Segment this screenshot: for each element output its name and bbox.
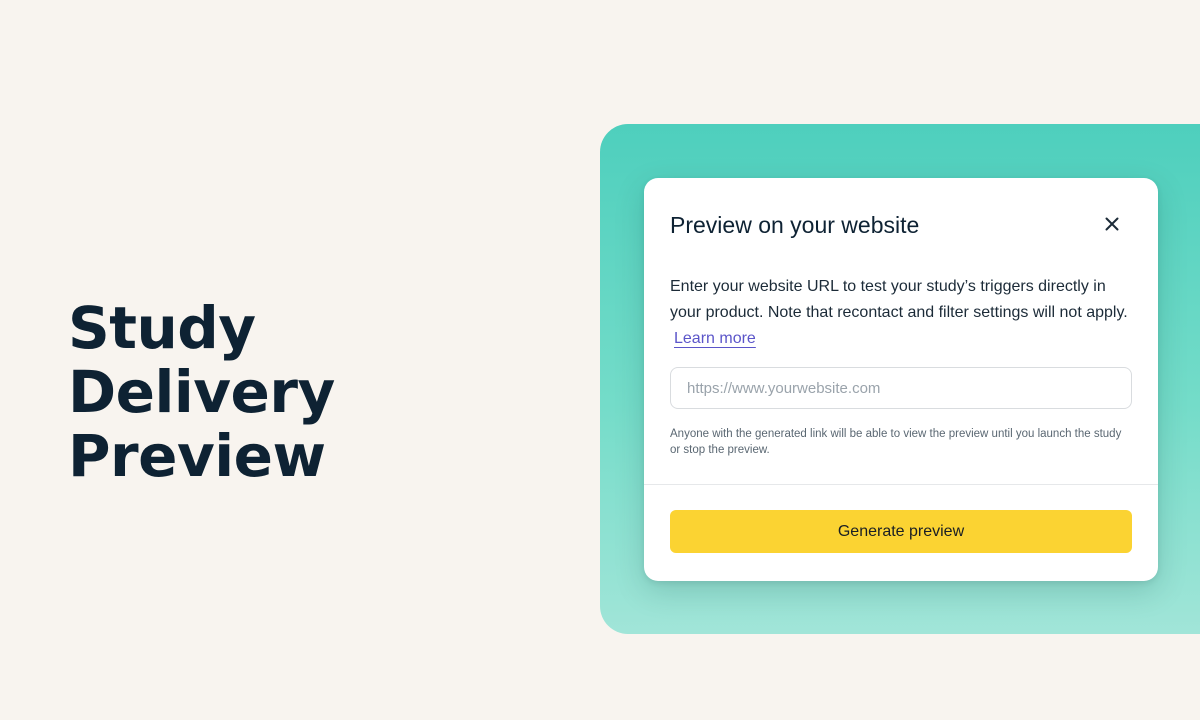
- modal-header: Preview on your website: [670, 210, 1132, 242]
- footer-divider: [644, 484, 1158, 485]
- modal-title: Preview on your website: [670, 212, 920, 238]
- description-text: Enter your website URL to test your stud…: [670, 278, 1128, 321]
- learn-more-link[interactable]: Learn more: [674, 330, 756, 347]
- page: Study Delivery Preview Preview on your w…: [0, 0, 1200, 720]
- close-icon: [1100, 212, 1124, 236]
- close-button[interactable]: [1100, 212, 1124, 236]
- modal-body: Enter your website URL to test your stud…: [670, 274, 1132, 456]
- hero-title: Study Delivery Preview: [68, 294, 335, 490]
- generate-preview-button[interactable]: Generate preview: [670, 510, 1132, 553]
- modal-description: Enter your website URL to test your stud…: [670, 274, 1132, 352]
- website-url-input[interactable]: [670, 367, 1132, 409]
- helper-text: Anyone with the generated link will be a…: [670, 428, 1122, 456]
- preview-modal: Preview on your website Enter your websi…: [644, 178, 1158, 581]
